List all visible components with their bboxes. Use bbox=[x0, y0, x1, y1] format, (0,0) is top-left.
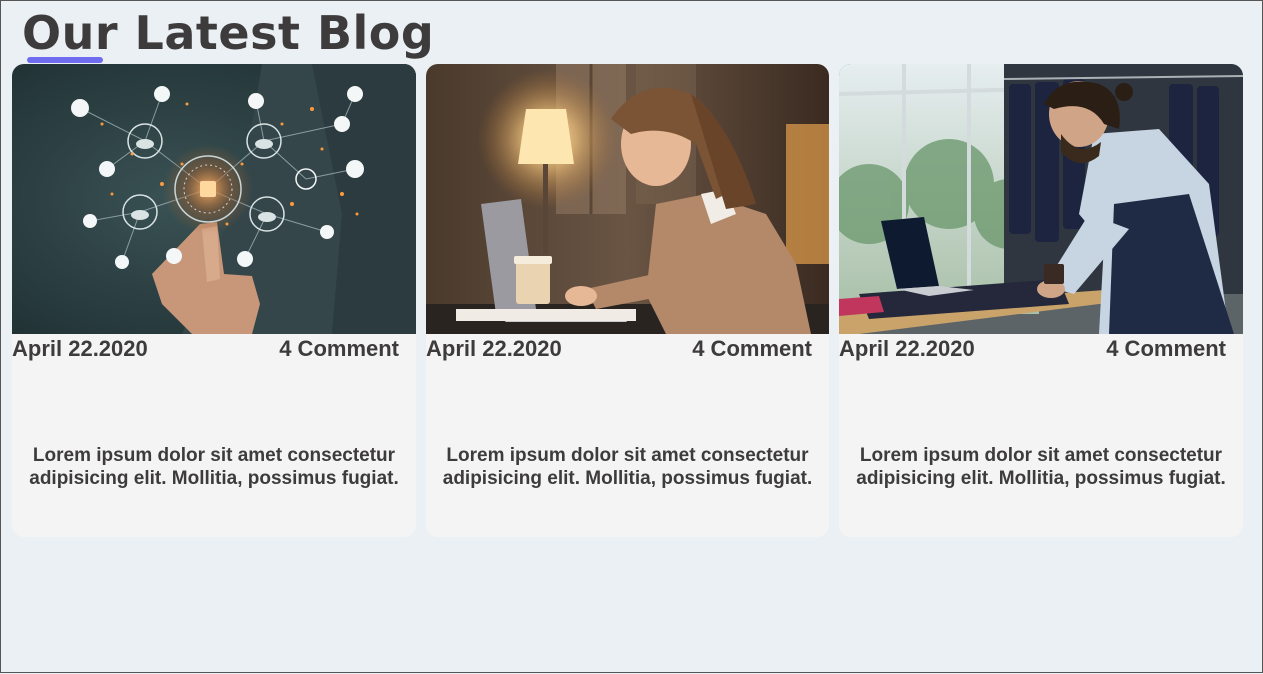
comment-count-link[interactable]: 4 Comment bbox=[279, 336, 399, 362]
post-date: April 22.2020 bbox=[839, 336, 975, 361]
post-excerpt: Lorem ipsum dolor sit amet consectetur a… bbox=[856, 445, 1226, 489]
section-title: Our Latest Blog bbox=[22, 6, 435, 60]
post-date: April 22.2020 bbox=[12, 336, 148, 361]
section-header: Our Latest Blog bbox=[22, 5, 435, 63]
post-meta: April 22.2020 4 Comment bbox=[839, 334, 1243, 364]
post-meta: April 22.2020 4 Comment bbox=[12, 334, 416, 364]
blog-card[interactable]: April 22.2020 4 Comment Lorem ipsum dolo… bbox=[426, 64, 829, 537]
comment-count-link[interactable]: 4 Comment bbox=[1106, 336, 1226, 362]
blog-card[interactable]: April 22.2020 4 Comment Lorem ipsum dolo… bbox=[839, 64, 1243, 537]
blog-card[interactable]: April 22.2020 4 Comment Lorem ipsum dolo… bbox=[12, 64, 416, 537]
post-excerpt: Lorem ipsum dolor sit amet consectetur a… bbox=[29, 445, 399, 489]
woman-working-on-laptop-image[interactable] bbox=[426, 64, 829, 334]
post-excerpt: Lorem ipsum dolor sit amet consectetur a… bbox=[442, 445, 813, 489]
post-date: April 22.2020 bbox=[426, 336, 562, 361]
hand-touching-network-icons-image[interactable] bbox=[12, 64, 416, 334]
title-underline bbox=[27, 57, 103, 63]
blog-card-list: April 22.2020 4 Comment Lorem ipsum dolo… bbox=[12, 64, 1243, 537]
blog-section: Our Latest Blog April 22.2020 4 Comment … bbox=[1, 1, 1263, 674]
post-meta: April 22.2020 4 Comment bbox=[426, 334, 829, 364]
tailor-working-in-shop-image[interactable] bbox=[839, 64, 1243, 334]
comment-count-link[interactable]: 4 Comment bbox=[692, 336, 812, 362]
